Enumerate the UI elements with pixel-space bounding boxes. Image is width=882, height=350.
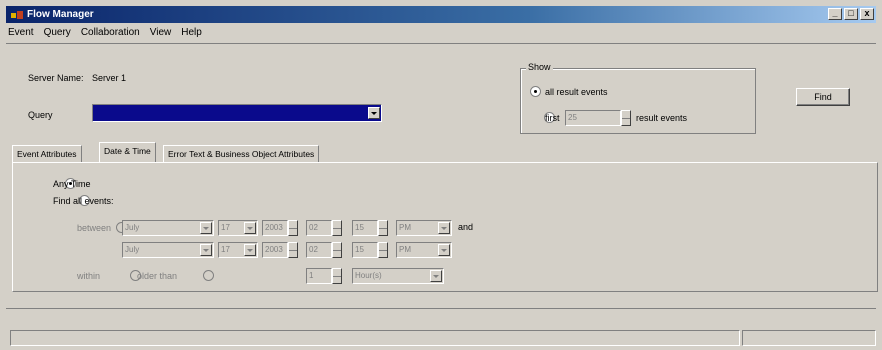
window-title: Flow Manager <box>27 9 94 20</box>
tab-event-attributes[interactable]: Event Attributes <box>12 145 82 163</box>
query-dropdown-arrow[interactable] <box>368 107 380 119</box>
within-count-input[interactable]: 1 <box>306 268 332 284</box>
chevron-down-icon <box>203 226 209 230</box>
row1-year-input[interactable]: 2003 <box>262 220 288 236</box>
app-icon <box>11 10 23 20</box>
row2-month-arrow[interactable] <box>200 244 212 256</box>
show-all-radio[interactable] <box>530 86 541 97</box>
show-all-label: all result events <box>545 87 608 97</box>
row2-year-spinner[interactable] <box>288 242 298 258</box>
maximize-button[interactable]: □ <box>844 8 858 20</box>
within-unit-select[interactable]: Hour(s) <box>352 268 444 284</box>
row1-day-value: 17 <box>221 223 230 232</box>
within-unit-value: Hour(s) <box>355 271 382 280</box>
find-all-label: Find all events: <box>53 196 114 206</box>
row2-ampm-arrow[interactable] <box>438 244 450 256</box>
menu-help[interactable]: Help <box>181 25 202 41</box>
row2-minute-input[interactable]: 15 <box>352 242 378 258</box>
chevron-down-icon <box>203 248 209 252</box>
find-button[interactable]: Find <box>796 88 850 106</box>
row1-month-value: July <box>125 223 140 232</box>
show-first-label: first <box>545 113 560 123</box>
row2-day-value: 17 <box>221 245 230 254</box>
menu-bar: Event Query Collaboration View Help <box>6 25 202 41</box>
row2-minute-spinner[interactable] <box>378 242 388 258</box>
row1-month-select[interactable]: July <box>122 220 214 236</box>
row1-month-arrow[interactable] <box>200 222 212 234</box>
row1-minute-input[interactable]: 15 <box>352 220 378 236</box>
chevron-down-icon <box>247 248 253 252</box>
tab-error-text[interactable]: Error Text & Business Object Attributes <box>163 145 320 163</box>
close-button[interactable]: x <box>860 8 874 20</box>
server-name-value: Server 1 <box>92 73 127 83</box>
show-first-suffix: result events <box>636 113 688 123</box>
status-divider <box>6 308 876 309</box>
within-unit-arrow[interactable] <box>430 270 442 282</box>
first-count-input[interactable]: 25 <box>565 110 621 126</box>
row2-ampm-value: PM <box>399 245 411 254</box>
menu-view[interactable]: View <box>150 25 172 41</box>
first-count-spinner[interactable] <box>621 110 631 126</box>
row2-day-select[interactable]: 17 <box>218 242 258 258</box>
row2-year-input[interactable]: 2003 <box>262 242 288 258</box>
query-dropdown[interactable] <box>92 104 382 122</box>
row1-minute-spinner[interactable] <box>378 220 388 236</box>
row2-day-arrow[interactable] <box>244 244 256 256</box>
row1-day-select[interactable]: 17 <box>218 220 258 236</box>
status-panel-main <box>10 330 740 346</box>
row1-ampm-value: PM <box>399 223 411 232</box>
older-than-label: older than <box>137 271 178 281</box>
menu-collaboration[interactable]: Collaboration <box>81 25 140 41</box>
server-name-label: Server Name: <box>28 73 84 83</box>
chevron-down-icon <box>441 248 447 252</box>
menu-event[interactable]: Event <box>8 25 34 41</box>
and-label: and <box>458 222 474 232</box>
menu-divider <box>6 43 876 44</box>
row2-month-value: July <box>125 245 140 254</box>
show-group <box>520 68 756 134</box>
minimize-button[interactable]: _ <box>828 8 842 20</box>
tab-date-time[interactable]: Date & Time <box>99 142 156 162</box>
row1-day-arrow[interactable] <box>244 222 256 234</box>
chevron-down-icon <box>433 274 439 278</box>
row1-hour-input[interactable]: 02 <box>306 220 332 236</box>
any-time-label: Any Time <box>53 179 91 189</box>
chevron-down-icon <box>441 226 447 230</box>
row2-ampm-select[interactable]: PM <box>396 242 452 258</box>
row2-hour-input[interactable]: 02 <box>306 242 332 258</box>
row1-ampm-select[interactable]: PM <box>396 220 452 236</box>
within-label: within <box>77 271 101 281</box>
show-group-title: Show <box>526 62 553 72</box>
between-label: between <box>77 223 112 233</box>
title-bar: Flow Manager _ □ x <box>6 6 876 23</box>
chevron-down-icon <box>247 226 253 230</box>
row1-hour-spinner[interactable] <box>332 220 342 236</box>
status-panel-secondary <box>742 330 876 346</box>
within-count-spinner[interactable] <box>332 268 342 284</box>
menu-query[interactable]: Query <box>44 25 71 41</box>
row1-ampm-arrow[interactable] <box>438 222 450 234</box>
row2-month-select[interactable]: July <box>122 242 214 258</box>
query-label: Query <box>28 110 53 120</box>
row2-hour-spinner[interactable] <box>332 242 342 258</box>
row1-year-spinner[interactable] <box>288 220 298 236</box>
chevron-down-icon <box>371 111 377 115</box>
